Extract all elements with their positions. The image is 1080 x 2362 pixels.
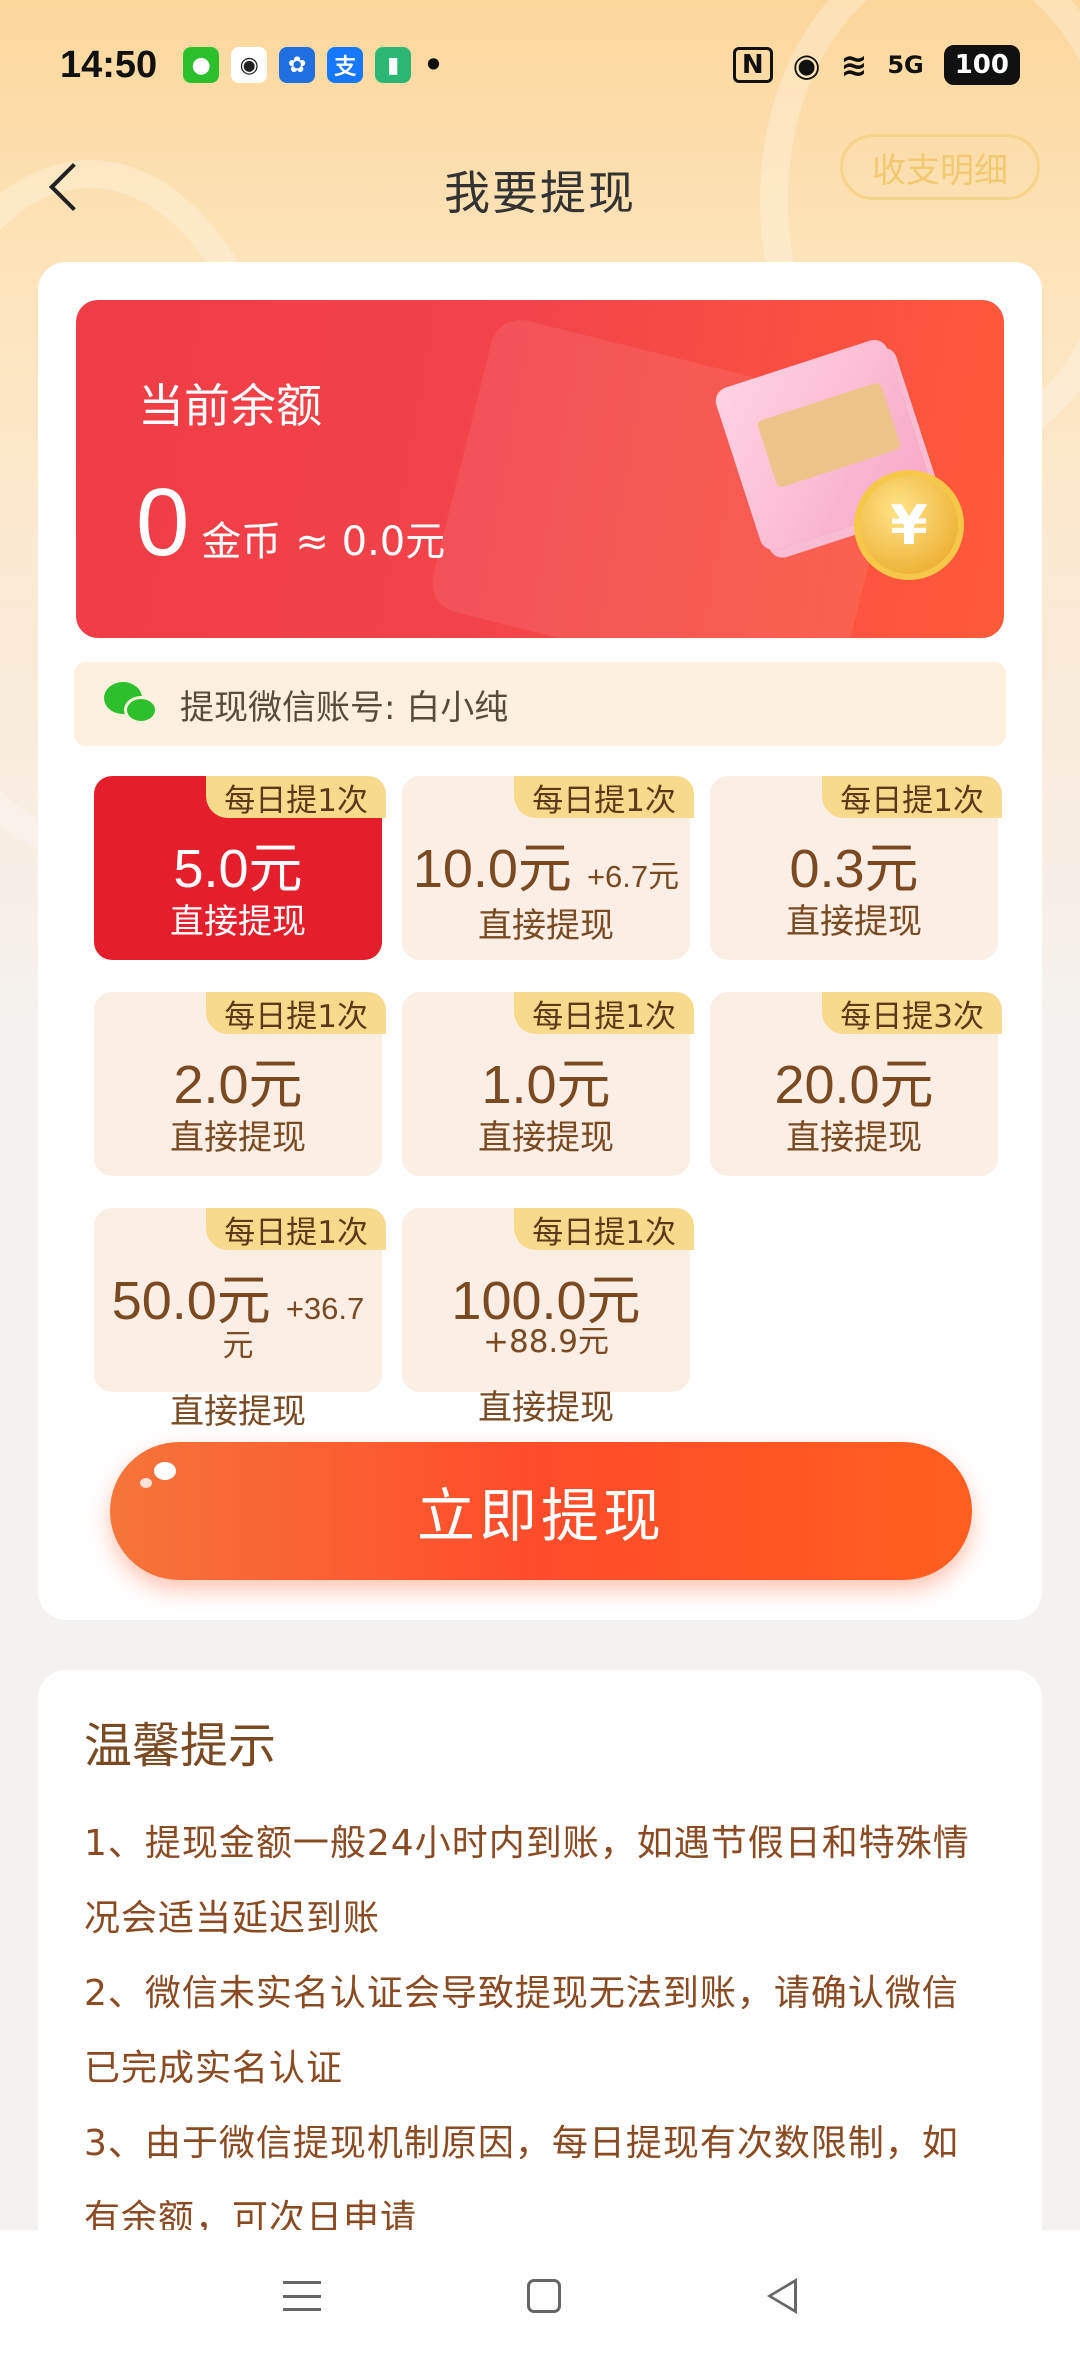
transaction-detail-button[interactable]: 收支明细 <box>840 134 1040 200</box>
battery-icon: 100 <box>943 45 1020 85</box>
daily-limit-badge: 每日提1次 <box>514 1208 694 1251</box>
tip-line: 2、微信未实名认证会导致提现无法到账，请确认微信 <box>84 1973 959 2014</box>
option-amount: 1.0元 <box>481 1055 611 1115</box>
withdraw-option-10[interactable]: 每日提1次 10.0元 +6.7元 直接提现 <box>402 776 694 960</box>
option-amount: 0.3元 <box>789 839 919 899</box>
balance-row: 0 金币 ≈ 0.0元 <box>136 468 445 578</box>
wechat-app-icon: ● <box>183 47 220 83</box>
withdraw-option-100[interactable]: 每日提1次 100.0元 +88.9元 直接提现 <box>402 1208 694 1428</box>
withdraw-option-20[interactable]: 每日提3次 20.0元 直接提现 <box>710 992 1002 1176</box>
option-subtitle: 直接提现 <box>478 1118 614 1158</box>
wechat-icon <box>104 682 160 726</box>
option-amount: 5.0元 <box>173 839 303 899</box>
option-subtitle: 直接提现 <box>786 1118 922 1158</box>
page-title: 我要提现 <box>444 166 636 220</box>
tips-title: 温馨提示 <box>84 1718 277 1774</box>
tip-line: 1、提现金额一般24小时内到账，如遇节假日和特殊情 <box>84 1823 970 1864</box>
location-icon: ◉ <box>792 46 821 84</box>
daily-limit-badge: 每日提1次 <box>206 1208 386 1251</box>
home-icon[interactable] <box>527 2279 561 2313</box>
withdraw-option-0-3[interactable]: 每日提1次 0.3元 直接提现 <box>710 776 1002 960</box>
withdraw-now-label: 立即提现 <box>416 1482 665 1550</box>
option-subtitle: 直接提现 <box>786 902 922 942</box>
menu-icon[interactable] <box>283 2281 321 2311</box>
option-amount: 10.0元 <box>412 839 572 899</box>
wifi-icon: ≋ <box>840 46 868 84</box>
more-notifications-dot: • <box>423 46 444 84</box>
option-amount: 2.0元 <box>173 1055 303 1115</box>
option-bonus-unit: 元 <box>222 1328 254 1364</box>
sim-app-icon: ▮ <box>375 47 412 83</box>
withdraw-card: 当前余额 0 金币 ≈ 0.0元 ¥ 提现微信账号: 白小纯 每日提1次 5.0… <box>38 262 1042 1620</box>
daily-limit-badge: 每日提1次 <box>822 776 1002 819</box>
tip-line: 3、由于微信提现机制原因，每日提现有次数限制，如 <box>84 2123 959 2164</box>
wechat-account-label: 提现微信账号: 白小纯 <box>180 687 509 728</box>
back-arrow-icon[interactable] <box>48 162 98 212</box>
option-subtitle: 直接提现 <box>478 906 614 946</box>
option-subtitle: 直接提现 <box>478 1388 614 1428</box>
qq-app-icon: ◉ <box>231 47 268 83</box>
money-illustration-icon: ¥ <box>704 330 964 590</box>
wechat-account-bar: 提现微信账号: 白小纯 <box>74 662 1006 746</box>
back-triangle-icon[interactable] <box>767 2278 797 2314</box>
daily-limit-badge: 每日提1次 <box>206 992 386 1035</box>
coin-icon: ¥ <box>854 470 964 580</box>
withdraw-option-5[interactable]: 每日提1次 5.0元 直接提现 <box>94 776 386 960</box>
tip-line: 已完成实名认证 <box>84 2048 344 2089</box>
balance-value: 0 <box>136 469 190 576</box>
status-time: 14:50 <box>60 43 158 86</box>
withdraw-now-button[interactable]: 立即提现 <box>110 1442 972 1580</box>
daily-limit-badge: 每日提1次 <box>514 776 694 819</box>
withdraw-option-2[interactable]: 每日提1次 2.0元 直接提现 <box>94 992 386 1176</box>
balance-label: 当前余额 <box>138 379 322 433</box>
option-bonus: +6.7元 <box>586 859 680 894</box>
signal-5g-icon: 5G <box>887 51 924 79</box>
daily-limit-badge: 每日提1次 <box>514 992 694 1035</box>
daily-limit-badge: 每日提1次 <box>206 776 386 819</box>
button-highlight-small <box>140 1478 152 1488</box>
button-highlight <box>154 1462 176 1480</box>
option-amount: 20.0元 <box>774 1055 934 1115</box>
daily-limit-badge: 每日提3次 <box>822 992 1002 1035</box>
tip-line: 况会适当延迟到账 <box>84 1898 381 1939</box>
system-nav-bar <box>0 2230 1080 2362</box>
page-header: 我要提现 收支明细 <box>0 130 1080 250</box>
status-bar: 14:50 ● ◉ ✿ 支 ▮ • N ◉ ≋ 5G 100 <box>0 0 1080 130</box>
option-bonus: +88.9元 <box>483 1324 609 1360</box>
pinwheel-app-icon: ✿ <box>279 47 316 83</box>
option-amount-row: 10.0元 +6.7元 <box>402 824 690 903</box>
notification-icons: ● ◉ ✿ 支 ▮ • <box>183 46 444 84</box>
tips-card: 温馨提示 1、提现金额一般24小时内到账，如遇节假日和特殊情 况会适当延迟到账 … <box>38 1670 1042 2239</box>
nfc-icon: N <box>732 47 773 83</box>
balance-unit: 金币 <box>201 519 282 565</box>
option-subtitle: 直接提现 <box>170 1392 306 1432</box>
withdraw-option-50[interactable]: 每日提1次 50.0元 +36.7 元 直接提现 <box>94 1208 386 1432</box>
balance-card: 当前余额 0 金币 ≈ 0.0元 ¥ <box>76 300 1004 638</box>
withdraw-option-1[interactable]: 每日提1次 1.0元 直接提现 <box>402 992 694 1176</box>
alipay-app-icon: 支 <box>327 47 364 83</box>
option-subtitle: 直接提现 <box>170 1118 306 1158</box>
system-icons: N ◉ ≋ 5G 100 <box>732 45 1020 85</box>
option-subtitle: 直接提现 <box>170 902 306 942</box>
balance-approx: ≈ 0.0元 <box>295 519 446 565</box>
